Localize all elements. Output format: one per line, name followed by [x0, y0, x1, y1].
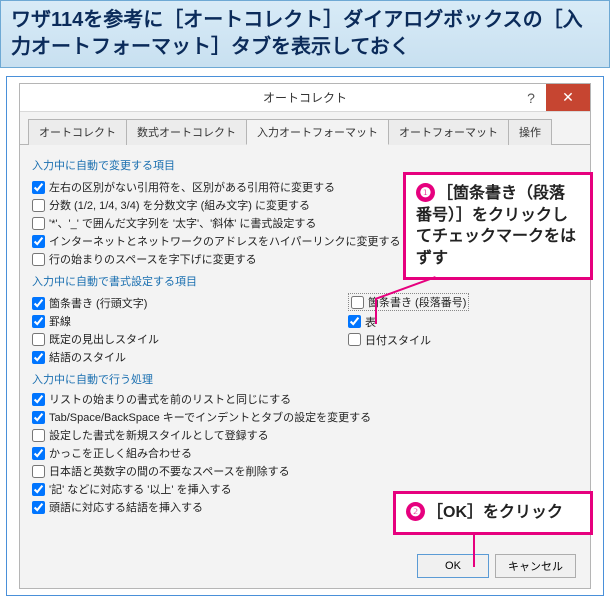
section-replace-title: 入力中に自動で変更する項目 — [32, 157, 578, 173]
chk-numbered-list[interactable]: 箇条書き (段落番号) — [348, 293, 469, 311]
tab-strip: オートコレクト 数式オートコレクト 入力オートフォーマット オートフォーマット … — [20, 112, 590, 145]
section-auto-title: 入力中に自動で行う処理 — [32, 371, 578, 387]
screenshot-frame: オートコレクト ? ✕ オートコレクト 数式オートコレクト 入力オートフォーマッ… — [6, 76, 604, 596]
callout-1-text: ［箇条書き（段落番号）］をクリックしてチェックマークをはずす — [416, 185, 576, 267]
dialog-buttons: OK キャンセル — [417, 554, 576, 578]
chk-tab-space-bs: Tab/Space/BackSpace キーでインデントとタブの設定を変更する — [32, 409, 578, 425]
chk-new-style: 設定した書式を新規スタイルとして登録する — [32, 427, 578, 443]
chk-date-style: 日付スタイル — [348, 332, 578, 348]
tab-actions[interactable]: 操作 — [508, 119, 552, 145]
dialog-title: オートコレクト — [263, 89, 347, 106]
leader-1-v — [375, 298, 377, 324]
chk-match-brackets: かっこを正しく組み合わせる — [32, 445, 578, 461]
cancel-button[interactable]: キャンセル — [495, 554, 576, 578]
chk-remove-spaces: 日本語と英数字の間の不要なスペースを削除する — [32, 463, 578, 479]
chk-closing-style: 結語のスタイル — [32, 349, 348, 365]
titlebar: オートコレクト ? ✕ — [20, 84, 590, 112]
chk-border: 罫線 — [32, 313, 348, 329]
callout-2-text: ［OK］をクリック — [427, 504, 563, 521]
chk-table: 表 — [348, 314, 578, 330]
ok-button[interactable]: OK — [417, 554, 489, 578]
help-button[interactable]: ? — [516, 84, 546, 111]
callout-2-num: ❷ — [406, 502, 425, 521]
callout-1: ❶［箇条書き（段落番号）］をクリックしてチェックマークをはずす — [403, 172, 593, 280]
chk-bullet-list: 箇条書き (行頭文字) — [32, 295, 348, 311]
instruction-banner: ワザ114を参考に［オートコレクト］ダイアログボックスの［入力オートフォーマット… — [0, 0, 610, 68]
callout-2: ❷［OK］をクリック — [393, 491, 593, 535]
tab-math-autocorrect[interactable]: 数式オートコレクト — [126, 119, 247, 145]
callout-1-num: ❶ — [416, 183, 435, 202]
leader-2 — [473, 533, 475, 567]
tab-autocorrect[interactable]: オートコレクト — [28, 119, 127, 145]
tab-autoformat[interactable]: オートフォーマット — [388, 119, 509, 145]
chk-headings: 既定の見出しスタイル — [32, 331, 348, 347]
close-button[interactable]: ✕ — [546, 84, 590, 111]
tab-autoformat-as-you-type[interactable]: 入力オートフォーマット — [246, 119, 389, 145]
chk-list-format: リストの始まりの書式を前のリストと同じにする — [32, 391, 578, 407]
